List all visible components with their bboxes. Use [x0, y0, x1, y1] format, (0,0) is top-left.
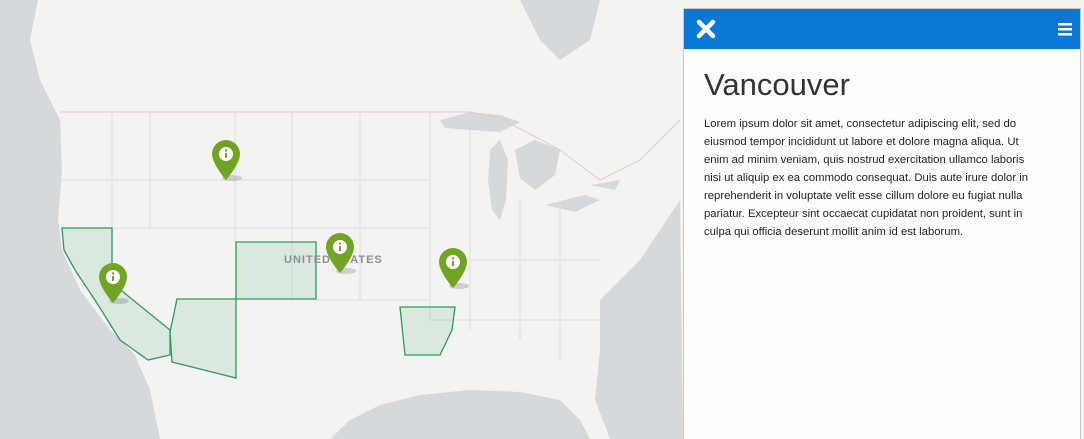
- panel-title: Vancouver: [704, 67, 850, 102]
- info-icon: [326, 233, 356, 274]
- panel-body-text: Lorem ipsum dolor sit amet, consectetur …: [704, 118, 1029, 238]
- panel-header: [684, 9, 1080, 49]
- marker-montana[interactable]: [210, 138, 242, 182]
- marker-illinois[interactable]: [437, 246, 469, 290]
- info-icon: [212, 140, 242, 181]
- info-icon: [439, 248, 469, 289]
- close-icon[interactable]: [692, 15, 720, 43]
- info-icon: [99, 263, 129, 304]
- marker-california[interactable]: [97, 261, 129, 305]
- info-panel: Vancouver Lorem ipsum dolor sit amet, co…: [683, 8, 1081, 439]
- marker-kansas[interactable]: [324, 231, 356, 275]
- hamburger-menu-icon[interactable]: [1056, 20, 1074, 38]
